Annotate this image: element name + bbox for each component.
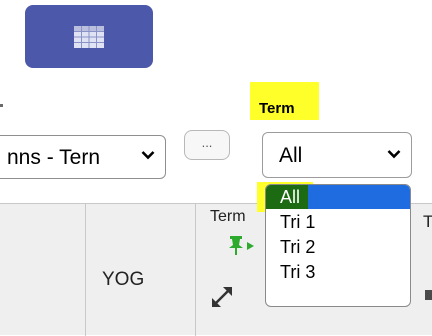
column-divider — [85, 204, 86, 336]
term-option-all[interactable]: All — [266, 185, 410, 209]
chevron-down-icon — [141, 151, 155, 160]
column-icon-fragment — [425, 290, 432, 300]
columns-select-value: nns - Tern — [7, 146, 100, 169]
chevron-down-icon — [387, 150, 401, 159]
column-header-yog[interactable]: YOG — [102, 269, 144, 291]
term-option-tri-2[interactable]: Tri 2 — [266, 235, 410, 259]
expand-icon[interactable] — [211, 286, 233, 308]
columns-select[interactable]: nns - Tern — [0, 135, 166, 179]
term-filter-label: Term — [250, 82, 319, 120]
term-option-tri-1[interactable]: Tri 1 — [266, 210, 410, 234]
table-grid-icon — [74, 26, 104, 48]
column-header-term[interactable]: Term — [210, 208, 246, 226]
column-header-next[interactable]: T — [423, 212, 432, 232]
term-option-label: All — [280, 187, 301, 207]
term-select[interactable]: All — [262, 132, 412, 178]
column-divider — [195, 204, 196, 336]
decorative-dot — [0, 104, 3, 107]
table-view-button[interactable] — [25, 5, 153, 68]
term-option-tri-3[interactable]: Tri 3 — [266, 260, 410, 284]
more-options-button[interactable]: ... — [184, 130, 230, 160]
term-dropdown-list[interactable]: All Tri 1 Tri 2 Tri 3 — [265, 184, 411, 307]
term-select-value: All — [279, 144, 303, 167]
pin-icon[interactable] — [227, 236, 259, 256]
